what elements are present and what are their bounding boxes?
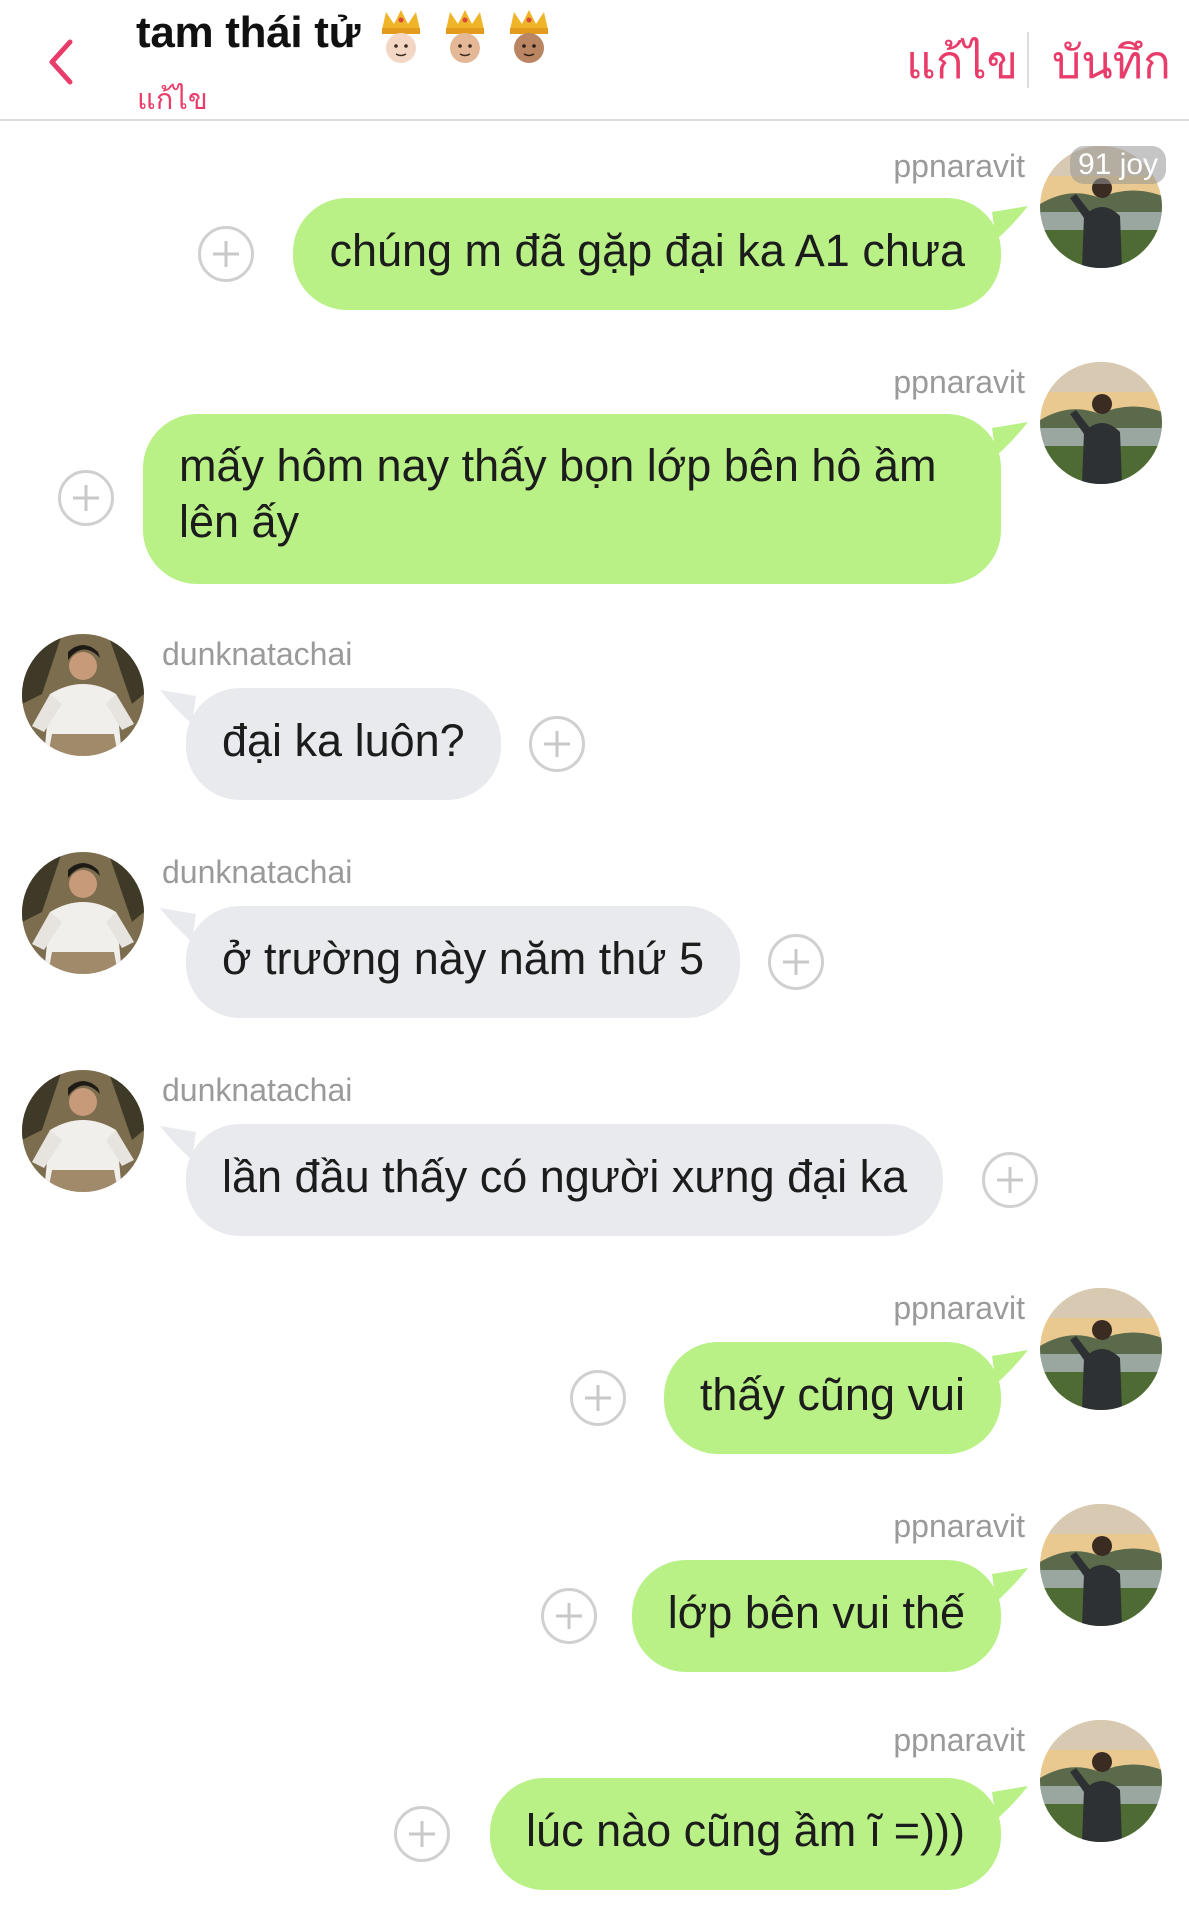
message-bubble[interactable]: đại ka luôn? <box>186 688 501 800</box>
avatar[interactable] <box>22 1070 144 1192</box>
add-reaction-button[interactable] <box>982 1152 1038 1208</box>
bubble-tail <box>992 1350 1028 1384</box>
message-bubble[interactable]: lần đầu thấy có người xưng đại ka <box>186 1124 944 1236</box>
sender-name: ppnaravit <box>893 1508 1025 1544</box>
message-bubble[interactable]: lớp bên vui thế <box>631 1560 1001 1672</box>
crown-icon <box>440 8 490 63</box>
crown-icon <box>376 8 426 63</box>
subtitle-edit-link[interactable]: แก้ไข <box>137 76 208 122</box>
header-divider <box>1027 32 1029 88</box>
avatar[interactable] <box>1040 1720 1162 1842</box>
bubble-tail <box>992 422 1028 456</box>
chat-header: tam thái tử แก้ไข แก้ไข บันทึก <box>0 0 1189 121</box>
add-reaction-button[interactable] <box>394 1806 450 1862</box>
title-emojis <box>376 8 554 68</box>
sender-name: dunknatachai <box>162 636 353 672</box>
message-text: thấy cũng vui <box>699 1369 965 1420</box>
message-text: lớp bên vui thế <box>667 1587 965 1638</box>
sender-name: ppnaravit <box>893 1722 1025 1758</box>
bubble-tail <box>992 1786 1028 1820</box>
message-text: đại ka luôn? <box>222 715 465 766</box>
chat-title: tam thái tử <box>136 8 361 57</box>
bubble-tail <box>992 1568 1028 1602</box>
avatar[interactable] <box>1040 1504 1162 1626</box>
avatar[interactable] <box>22 634 144 756</box>
add-reaction-button[interactable] <box>768 934 824 990</box>
message-bubble[interactable]: thấy cũng vui <box>663 1342 1001 1454</box>
add-reaction-button[interactable] <box>570 1370 626 1426</box>
sender-name: ppnaravit <box>893 148 1025 184</box>
back-icon[interactable] <box>40 32 86 92</box>
avatar[interactable] <box>22 852 144 974</box>
bubble-tail <box>992 206 1028 240</box>
sender-name: ppnaravit <box>893 364 1025 400</box>
message-text: ở trường này năm thứ 5 <box>222 933 704 984</box>
avatar-badge: 91 joy <box>1070 146 1167 184</box>
message-text: mấy hôm nay thấy bọn lớp bên hô ầm lên ấ… <box>179 440 937 547</box>
sender-name: ppnaravit <box>893 1290 1025 1326</box>
crown-icon <box>504 8 554 63</box>
message-text: chúng m đã gặp đại ka A1 chưa <box>329 225 965 276</box>
message-bubble[interactable]: lúc nào cũng ầm ĩ =))) <box>490 1778 1001 1890</box>
add-reaction-button[interactable] <box>58 470 114 526</box>
edit-button[interactable]: แก้ไข <box>906 26 1018 99</box>
avatar[interactable] <box>1040 362 1162 484</box>
message-bubble[interactable]: ở trường này năm thứ 5 <box>186 906 740 1018</box>
sender-name: dunknatachai <box>162 854 353 890</box>
add-reaction-button[interactable] <box>529 716 585 772</box>
avatar[interactable] <box>1040 1288 1162 1410</box>
sender-name: dunknatachai <box>162 1072 353 1108</box>
message-text: lần đầu thấy có người xưng đại ka <box>222 1151 908 1202</box>
add-reaction-button[interactable] <box>541 1588 597 1644</box>
save-button[interactable]: บันทึก <box>1052 26 1171 99</box>
message-bubble[interactable]: chúng m đã gặp đại ka A1 chưa <box>293 198 1001 310</box>
add-reaction-button[interactable] <box>198 226 254 282</box>
message-text: lúc nào cũng ầm ĩ =))) <box>526 1805 965 1856</box>
message-bubble[interactable]: mấy hôm nay thấy bọn lớp bên hô ầm lên ấ… <box>143 414 1001 584</box>
